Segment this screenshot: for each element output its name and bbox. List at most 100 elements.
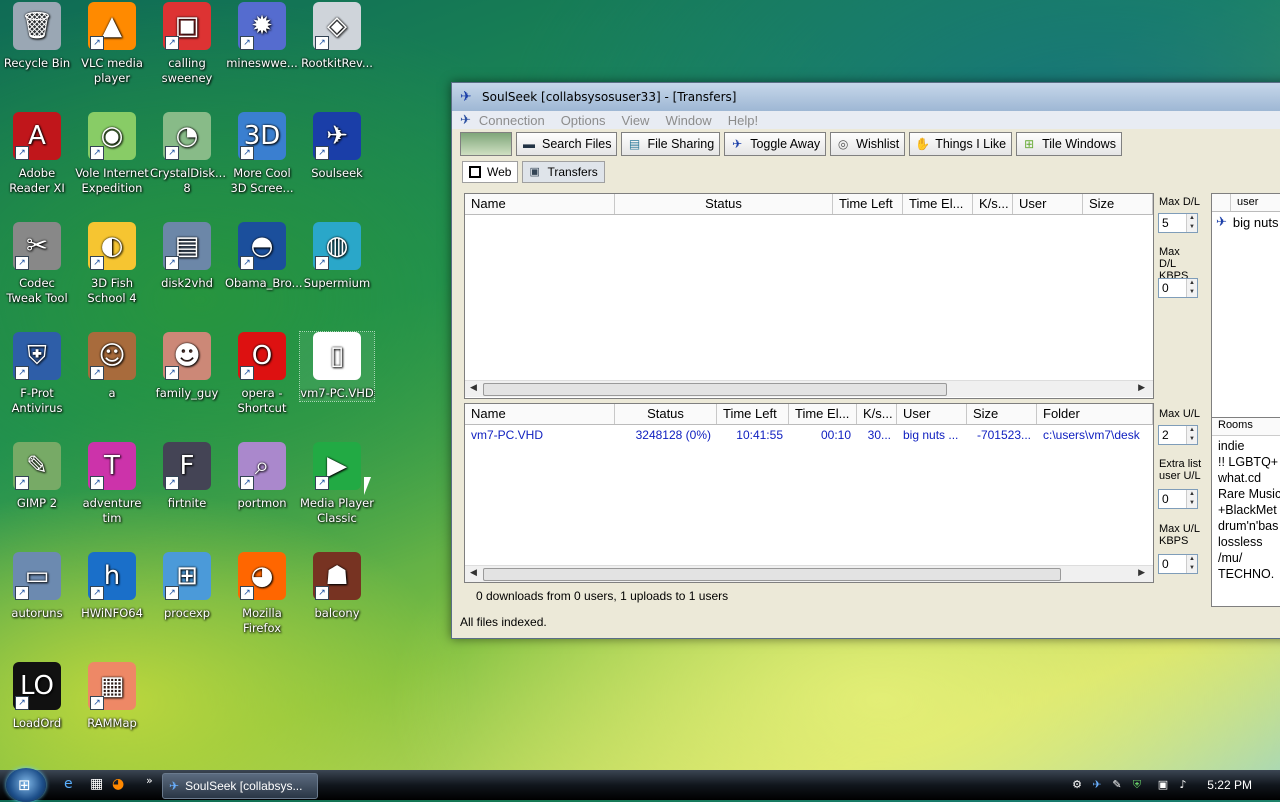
col-folder[interactable]: Folder [1037, 404, 1153, 424]
desktop-icon-vlc-media-player[interactable]: ▲ ↗ VLC media player [75, 2, 149, 86]
col-kps[interactable]: K/s... [973, 194, 1013, 214]
tray-display-icon[interactable]: ▣ [1156, 778, 1170, 792]
desktop-icon-vm7-pc-vhd[interactable]: ▯ vm7-PC.VHD [299, 331, 375, 402]
room-item[interactable]: lossless [1218, 534, 1280, 550]
desktop-icon-soulseek[interactable]: ✈ ↗ Soulseek [300, 112, 374, 181]
menu-view[interactable]: View [622, 113, 650, 128]
room-item[interactable]: +BlackMet [1218, 502, 1280, 518]
desktop-icon-family-guy[interactable]: ☻ ↗ family_guy [150, 332, 224, 401]
scroll-thumb[interactable] [483, 568, 1061, 581]
menu-window[interactable]: Window [665, 113, 711, 128]
col-user[interactable]: user [1231, 194, 1264, 211]
wishlist-button[interactable]: ◎ Wishlist [830, 132, 906, 156]
col-user[interactable]: User [897, 404, 967, 424]
things-i-like-button[interactable]: ✋ Things I Like [909, 132, 1013, 156]
toggle-away-button[interactable]: ✈ Toggle Away [724, 132, 827, 156]
scroll-right-icon[interactable]: ▶ [1138, 568, 1145, 578]
scroll-left-icon[interactable]: ◀ [470, 383, 477, 393]
room-item[interactable]: indie [1218, 438, 1280, 454]
taskbar-item-soulseek[interactable]: ✈ SoulSeek [collabsys... [162, 773, 318, 799]
scroll-right-icon[interactable]: ▶ [1138, 383, 1145, 393]
quicklaunch-more-icon[interactable]: » [146, 774, 153, 787]
room-item[interactable]: !! LGBTQ+ [1218, 454, 1280, 470]
firefox-icon[interactable]: ◕ [112, 776, 124, 792]
spinner-arrows-icon[interactable]: ▲ ▼ [1186, 279, 1197, 297]
desktop-icon-loadord[interactable]: LO ↗ LoadOrd [0, 662, 74, 731]
spinner-arrows-icon[interactable]: ▲ ▼ [1186, 490, 1197, 508]
menu-options[interactable]: Options [561, 113, 606, 128]
tray-network-icon[interactable]: ⚙ [1070, 778, 1084, 792]
tray-pen-icon[interactable]: ✎ [1110, 778, 1124, 792]
map-button[interactable] [460, 132, 512, 156]
desktop-icon-f-prot-antivirus[interactable]: ⛨ ↗ F-Prot Antivirus [0, 332, 74, 416]
desktop-icon-supermium[interactable]: ◍ ↗ Supermium [300, 222, 374, 291]
tray-volume-icon[interactable]: ♪ [1176, 778, 1190, 792]
desktop-icon-mozilla-firefox[interactable]: ◕ ↗ Mozilla Firefox [225, 552, 299, 636]
desktop-icon-gimp-2[interactable]: ✎ ↗ GIMP 2 [0, 442, 74, 511]
col-status[interactable]: Status [615, 404, 717, 424]
search-files-button[interactable]: ▬ Search Files [516, 132, 618, 156]
desktop-icon-opera-shortcut[interactable]: O ↗ opera - Shortcut [225, 332, 299, 416]
max-ul-spinner[interactable]: 2 ▲ ▼ [1158, 425, 1198, 445]
max-dl-spinner[interactable]: 5 ▲ ▼ [1158, 213, 1198, 233]
menu-help[interactable]: Help! [728, 113, 758, 128]
desktop-icon-rootkitrev[interactable]: ◈ ↗ RootkitRev... [300, 2, 374, 71]
col-name[interactable]: Name [465, 404, 615, 424]
menu-connection[interactable]: Connection [479, 113, 545, 128]
col-size[interactable]: Size [967, 404, 1037, 424]
col-kps[interactable]: K/s... [857, 404, 897, 424]
room-item[interactable]: drum'n'bas [1218, 518, 1280, 534]
scroll-left-icon[interactable]: ◀ [470, 568, 477, 578]
file-sharing-button[interactable]: ▤ File Sharing [621, 132, 721, 156]
col-user[interactable]: User [1013, 194, 1083, 214]
col-time-elapsed[interactable]: Time El... [789, 404, 857, 424]
desktop-icon-disk2vhd[interactable]: ▤ ↗ disk2vhd [150, 222, 224, 291]
col-size[interactable]: Size [1083, 194, 1153, 214]
desktop-icon-codec-tweak-tool[interactable]: ✂ ↗ Codec Tweak Tool [0, 222, 74, 306]
tab-web[interactable]: Web [462, 161, 519, 183]
room-item[interactable]: TECHNO. [1218, 566, 1280, 582]
desktop-icon-more-cool-3d-scree[interactable]: 3D ↗ More Cool 3D Scree... [225, 112, 299, 196]
col-status[interactable]: Status [615, 194, 833, 214]
clock[interactable]: 5:22 PM [1207, 778, 1252, 792]
col-time-elapsed[interactable]: Time El... [903, 194, 973, 214]
desktop-icon-portmon[interactable]: ⌕ ↗ portmon [225, 442, 299, 511]
extra-list-spinner[interactable]: 0 ▲ ▼ [1158, 489, 1198, 509]
desktop-icon[interactable]: ▦ [90, 776, 103, 792]
desktop-icon-autoruns[interactable]: ▭ ↗ autoruns [0, 552, 74, 621]
desktop-icon-hwinfo64[interactable]: h ↗ HWiNFO64 [75, 552, 149, 621]
start-button[interactable]: ⊞ [6, 768, 46, 802]
desktop-icon-balcony[interactable]: ☗ ↗ balcony [300, 552, 374, 621]
room-item[interactable]: /mu/ [1218, 550, 1280, 566]
spinner-arrows-icon[interactable]: ▲ ▼ [1186, 214, 1197, 232]
desktop-icon-obama-bro[interactable]: ◓ ↗ Obama_Bro... [225, 222, 303, 291]
col-time-left[interactable]: Time Left [717, 404, 789, 424]
desktop-icon-firtnite[interactable]: F ↗ firtnite [150, 442, 224, 511]
room-item[interactable]: what.cd [1218, 470, 1280, 486]
ie-icon[interactable]: e [64, 776, 73, 792]
desktop-icon-vole-internet-expedition[interactable]: ◉ ↗ Vole Internet Expedition [75, 112, 149, 196]
room-item[interactable]: Rare Music [1218, 486, 1280, 502]
desktop-icon-a[interactable]: ☺ ↗ a [75, 332, 149, 401]
desktop-icon-crystaldisk-8[interactable]: ◔ ↗ CrystalDisk... 8 [150, 112, 226, 196]
menu-app-icon[interactable]: ✈ [460, 112, 471, 128]
col-name[interactable]: Name [465, 194, 615, 214]
desktop-icon-media-player-classic[interactable]: ▶ ↗ Media Player Classic [300, 442, 374, 526]
scroll-thumb[interactable] [483, 383, 947, 396]
table-row[interactable]: vm7-PC.VHD 3248128 (0%) 10:41:55 00:10 3… [465, 425, 1153, 445]
desktop-icon-3d-fish-school-4[interactable]: ◐ ↗ 3D Fish School 4 [75, 222, 149, 306]
spinner-arrows-icon[interactable]: ▲ ▼ [1186, 426, 1197, 444]
desktop-icon-mineswwe[interactable]: ✹ ↗ mineswwe... [225, 2, 299, 71]
col-time-left[interactable]: Time Left [833, 194, 903, 214]
tab-transfers[interactable]: ▣ Transfers [522, 161, 605, 183]
desktop-icon-adventure-tim[interactable]: T ↗ adventure tim [75, 442, 149, 526]
desktop-icon-rammap[interactable]: ▦ ↗ RAMMap [75, 662, 149, 731]
desktop-icon-adobe-reader-xi[interactable]: A ↗ Adobe Reader XI [0, 112, 74, 196]
desktop-icon-recycle-bin[interactable]: 🗑 Recycle Bin [0, 2, 74, 71]
spinner-arrows-icon[interactable]: ▲ ▼ [1186, 555, 1197, 573]
uploads-hscrollbar[interactable]: ◀ ▶ [465, 565, 1153, 582]
list-item[interactable]: ✈ big nuts [1212, 212, 1280, 232]
tray-soulseek-icon[interactable]: ✈ [1090, 778, 1104, 792]
downloads-hscrollbar[interactable]: ◀ ▶ [465, 380, 1153, 397]
tray-security-icon[interactable]: ⛨ [1130, 778, 1144, 792]
